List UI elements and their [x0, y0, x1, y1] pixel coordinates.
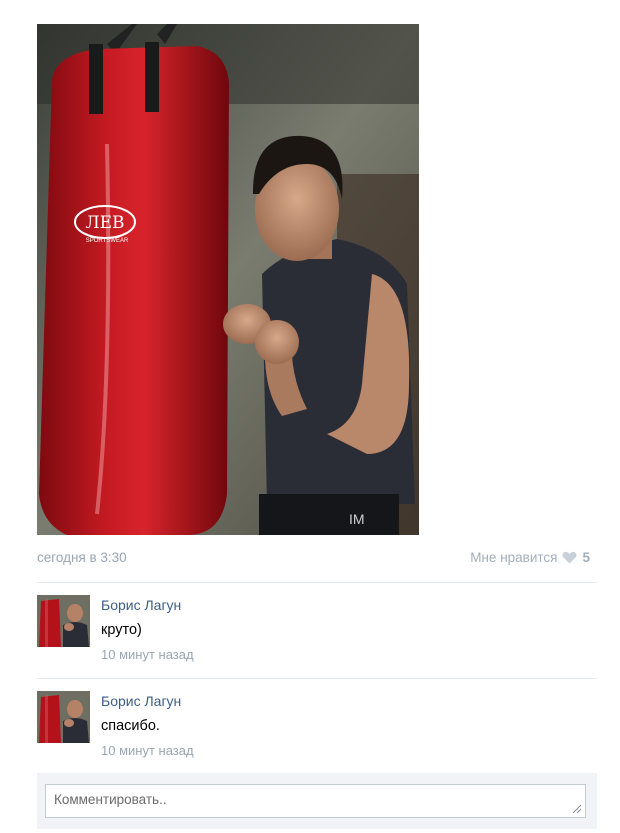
divider	[37, 678, 597, 679]
shorts-text: IM	[349, 511, 365, 527]
like-button[interactable]: Мне нравится 5	[470, 550, 590, 565]
heart-icon	[562, 551, 577, 564]
comment-author-link[interactable]: Борис Лагун	[101, 693, 181, 709]
comment-timestamp[interactable]: 10 минут назад	[101, 647, 194, 662]
post-meta-row: сегодня в 3:30 Мне нравится 5	[37, 548, 590, 570]
comment-item: Борис Лагун спасибо. 10 минут назад	[37, 691, 597, 771]
comment-timestamp[interactable]: 10 минут назад	[101, 743, 194, 758]
avatar[interactable]	[37, 595, 90, 647]
like-count: 5	[582, 550, 590, 565]
comment-text: спасибо.	[101, 718, 160, 734]
comment-input[interactable]	[45, 784, 586, 818]
like-label: Мне нравится	[470, 550, 558, 565]
post-date[interactable]: сегодня в 3:30	[37, 550, 127, 565]
reply-panel	[37, 773, 597, 829]
bag-brand-text: ЛЕВ	[85, 213, 124, 233]
comment-author-link[interactable]: Борис Лагун	[101, 597, 181, 613]
avatar[interactable]	[37, 691, 90, 743]
comment-text: круто)	[101, 622, 142, 638]
comment-item: Борис Лагун круто) 10 минут назад	[37, 595, 597, 675]
resize-grip-icon[interactable]	[572, 804, 582, 814]
divider	[37, 582, 597, 583]
bag-subtext: SPORTSWEAR	[86, 238, 129, 244]
post-photo[interactable]: ЛЕВ SPORTSWEAR IM	[37, 24, 419, 535]
